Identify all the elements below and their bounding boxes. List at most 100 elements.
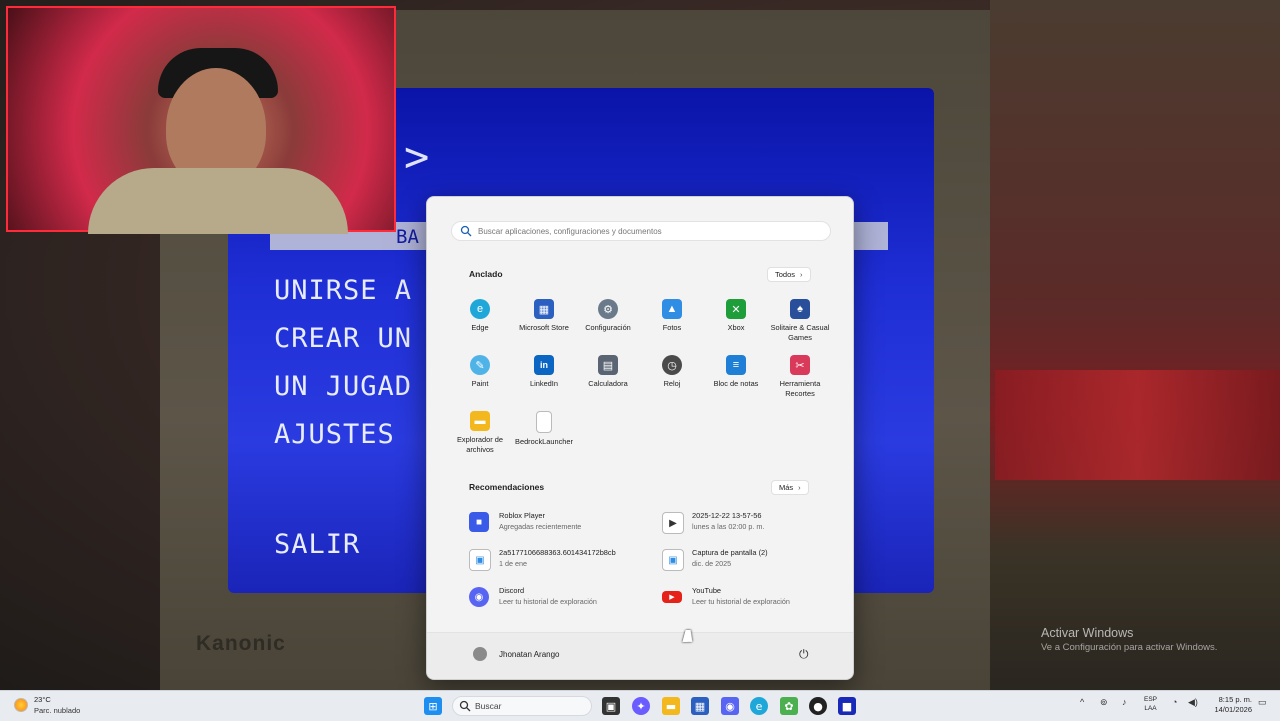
roblox-icon: ■ — [469, 512, 489, 532]
discord-icon: ◉ — [469, 587, 489, 607]
rec-item-youtube[interactable]: ▶ YouTube Leer tu historial de exploraci… — [662, 584, 852, 610]
microphone-icon[interactable]: ♪ — [1122, 697, 1127, 707]
power-icon[interactable]: ⏻ — [799, 647, 809, 662]
file-explorer-icon[interactable]: ▬ — [662, 697, 680, 715]
rec-title: 2025-12-22 13-57-56 — [692, 511, 762, 520]
menu-item-single[interactable]: UN JUGAD — [274, 371, 412, 402]
monitor-brand: Kanonic — [196, 632, 286, 655]
pinned-app-label: Xbox — [727, 323, 745, 332]
pinned-app-label: Herramienta Recortes — [779, 379, 821, 398]
pinned-app-calculator[interactable]: ▤ Calculadora — [576, 355, 640, 389]
linkedin-icon: in — [534, 355, 554, 375]
rec-subtitle: Agregadas recientemente — [499, 522, 582, 531]
chevron-right-icon: › — [798, 483, 801, 492]
activation-watermark-text: Ve a Configuración para activar Windows. — [1041, 642, 1218, 653]
user-name[interactable]: Jhonatan Arango — [499, 650, 560, 659]
pinned-app-bedrock[interactable]: BedrockLauncher — [512, 411, 576, 447]
rec-item-image[interactable]: ▣ 2a5177106688363.601434172b8cb 1 de ene — [469, 546, 659, 572]
menu-item-create[interactable]: CREAR UN — [274, 323, 412, 354]
photos-icon: ▲ — [662, 299, 682, 319]
copilot-icon[interactable]: ✦ — [632, 697, 650, 715]
rec-subtitle: Leer tu historial de exploración — [692, 597, 790, 606]
pinned-app-settings[interactable]: ⚙ Configuración — [576, 299, 640, 333]
pinned-app-label: Microsoft Store — [519, 323, 569, 332]
chevron-up-icon[interactable]: ^ — [1080, 697, 1084, 707]
pinned-app-label: Paint — [471, 379, 489, 388]
notification-icon[interactable]: ▭ — [1258, 697, 1267, 708]
weather-icon — [14, 698, 28, 712]
start-menu: Anclado Todos› e Edge ▦ Microsoft Store … — [426, 196, 854, 680]
pinned-app-edge[interactable]: e Edge — [448, 299, 512, 333]
pinned-app-snipping[interactable]: ✂ Herramienta Recortes — [768, 355, 832, 399]
obs-icon[interactable]: ● — [809, 697, 827, 715]
rec-item-screenshot[interactable]: ▣ Captura de pantalla (2) dic. de 2025 — [662, 546, 852, 572]
pinned-app-store[interactable]: ▦ Microsoft Store — [512, 299, 576, 333]
pinned-app-label: Fotos — [662, 323, 682, 332]
store-icon[interactable]: ▦ — [691, 697, 709, 715]
menu-arrow-icon: > — [404, 132, 430, 181]
pinned-app-label: Bloc de notas — [713, 379, 759, 388]
app-icon[interactable]: ✿ — [780, 697, 798, 715]
rec-title: Captura de pantalla (2) — [692, 548, 768, 557]
discord-icon[interactable]: ◉ — [721, 697, 739, 715]
clock-date: 14/01/2026 — [1214, 705, 1252, 714]
rec-item-video[interactable]: ▶ 2025-12-22 13-57-56 lunes a las 02:00 … — [662, 509, 852, 535]
weather-condition: Parc. nublado — [34, 706, 81, 715]
edge-icon: e — [470, 299, 490, 319]
taskbar-search[interactable]: Buscar — [452, 696, 592, 716]
pinned-app-photos[interactable]: ▲ Fotos — [640, 299, 704, 333]
image-file-icon: ▣ — [469, 549, 491, 571]
all-apps-button[interactable]: Todos › — [767, 267, 811, 282]
activation-watermark-title: Activar Windows — [1041, 626, 1134, 640]
start-search-input[interactable] — [478, 224, 818, 238]
language-indicator[interactable]: ESP LAA — [1144, 695, 1157, 713]
volume-icon[interactable]: ◀) — [1188, 697, 1198, 708]
wifi-icon[interactable]: ◔ — [1172, 697, 1177, 707]
start-search-box[interactable] — [451, 221, 831, 241]
pinned-app-label: BedrockLauncher — [515, 437, 573, 446]
weather-temperature: 23°C — [34, 695, 51, 704]
rec-title: Roblox Player — [499, 511, 546, 520]
task-view-icon[interactable]: ▣ — [602, 697, 620, 715]
pinned-app-linkedin[interactable]: in LinkedIn — [512, 355, 576, 389]
pinned-app-paint[interactable]: ✎ Paint — [448, 355, 512, 389]
store-icon: ▦ — [534, 299, 554, 319]
notepad-icon: ≡ — [726, 355, 746, 375]
pinned-app-solitaire[interactable]: ♠ Solitaire & Casual Games — [768, 299, 832, 343]
clock-icon: ◷ — [662, 355, 682, 375]
paint-icon: ✎ — [470, 355, 490, 375]
language-code: ESP — [1144, 696, 1158, 703]
pinned-app-label: Configuración — [585, 323, 631, 332]
game-icon[interactable]: ■ — [838, 697, 856, 715]
start-button[interactable]: ⊞ — [424, 697, 442, 715]
calculator-icon: ▤ — [598, 355, 618, 375]
rec-item-discord[interactable]: ◉ Discord Leer tu historial de exploraci… — [469, 584, 659, 610]
pinned-app-notepad[interactable]: ≡ Bloc de notas — [704, 355, 768, 389]
rec-subtitle: lunes a las 02:00 p. m. — [692, 522, 765, 531]
menu-item-settings[interactable]: AJUSTES — [274, 419, 395, 450]
webcam-overlay — [6, 6, 396, 234]
more-label: Más — [779, 483, 794, 492]
xbox-icon: ✕ — [726, 299, 746, 319]
gift-box-decor — [995, 370, 1280, 480]
youtube-icon: ▶ — [662, 591, 682, 603]
rec-item-roblox[interactable]: ■ Roblox Player Agregadas recientemente — [469, 509, 659, 535]
menu-item-join[interactable]: UNIRSE A — [274, 275, 412, 306]
menu-item-exit[interactable]: SALIR — [274, 529, 360, 560]
clock-time: 8:15 p. m. — [1218, 695, 1252, 704]
pinned-app-label: Calculadora — [588, 379, 628, 388]
system-clock[interactable]: 8:15 p. m. 14/01/2026 — [1208, 695, 1252, 715]
rec-subtitle: dic. de 2025 — [692, 559, 732, 568]
rec-title: YouTube — [692, 586, 722, 595]
network-icon[interactable]: ⊚ — [1100, 697, 1108, 708]
pinned-app-clock[interactable]: ◷ Reloj — [640, 355, 704, 389]
language-region: LAA — [1144, 705, 1157, 712]
rec-title: 2a5177106688363.601434172b8cb — [499, 548, 616, 557]
background-decor — [990, 0, 1280, 690]
pinned-app-explorer[interactable]: ▬ Explorador de archivos — [448, 411, 512, 455]
edge-icon[interactable]: e — [750, 697, 768, 715]
pinned-app-label: Reloj — [663, 379, 681, 388]
avatar[interactable] — [473, 647, 487, 661]
more-button[interactable]: Más › — [771, 480, 809, 495]
pinned-app-xbox[interactable]: ✕ Xbox — [704, 299, 768, 333]
